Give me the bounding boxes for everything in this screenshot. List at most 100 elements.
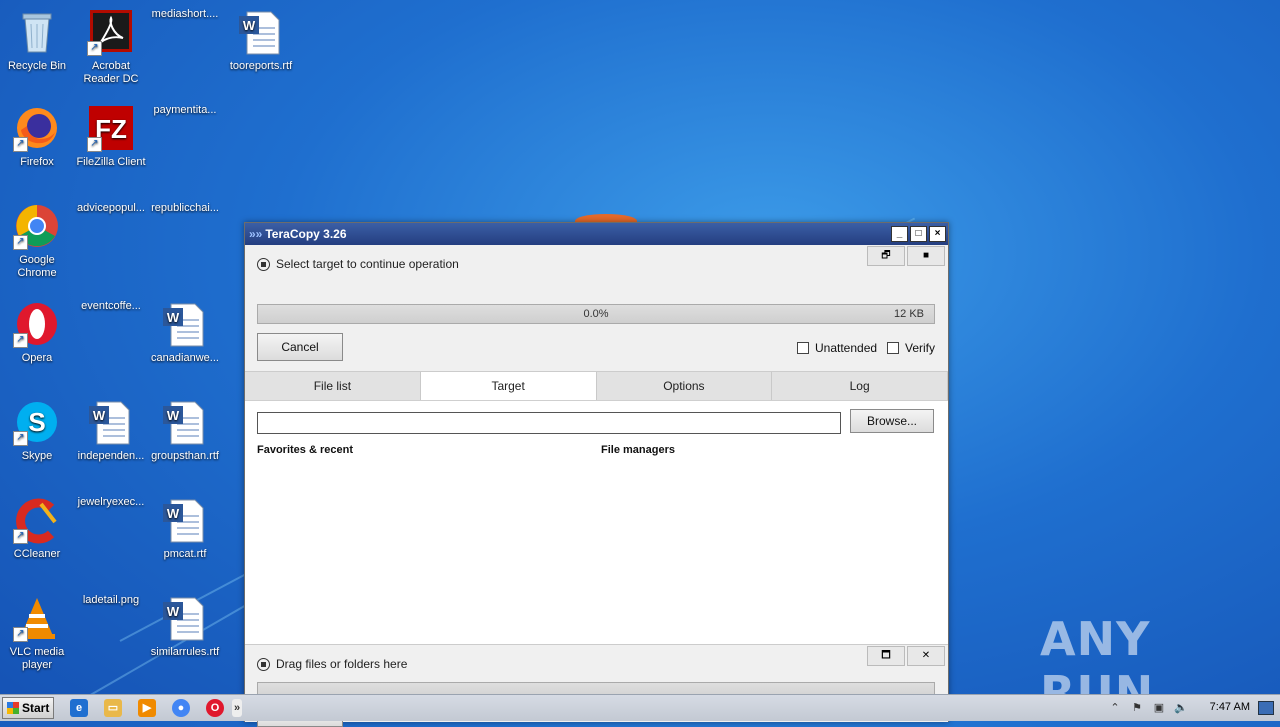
close-button[interactable]: × bbox=[929, 226, 946, 242]
tab-target[interactable]: Target bbox=[420, 372, 597, 400]
desktop-icon-paymentita[interactable]: paymentita... bbox=[148, 104, 222, 117]
desktop-icon-skype[interactable]: S ↗ Skype bbox=[0, 398, 74, 463]
desktop-icon-ccleaner[interactable]: ↗ CCleaner bbox=[0, 496, 74, 561]
media-player-icon[interactable]: ▶ bbox=[138, 699, 156, 717]
start-button[interactable]: Start bbox=[2, 697, 54, 719]
desktop-icon-groupsthan[interactable]: W groupsthan.rtf bbox=[148, 398, 222, 463]
desktop-icon-jewelryexec[interactable]: jewelryexec... bbox=[74, 496, 148, 509]
opera-taskbar-icon[interactable]: O bbox=[206, 699, 224, 717]
teracopy-taskbar-icon[interactable]: » bbox=[232, 699, 242, 717]
icon-label: eventcoffe... bbox=[81, 300, 141, 312]
tab-file-list[interactable]: File list bbox=[245, 372, 421, 400]
word-doc-icon: W bbox=[161, 496, 209, 544]
show-desktop-icon[interactable] bbox=[1258, 701, 1274, 715]
desktop-icon-mediashort[interactable]: mediashort.... bbox=[148, 8, 222, 21]
checkbox-icon bbox=[797, 342, 809, 354]
svg-text:W: W bbox=[243, 18, 256, 33]
status-icon bbox=[257, 657, 270, 671]
firefox-icon: ↗ bbox=[13, 104, 61, 152]
ie-icon[interactable]: e bbox=[70, 699, 88, 717]
progress-size: 12 KB bbox=[894, 308, 924, 320]
filezilla-icon: FZ ↗ bbox=[87, 104, 135, 152]
desktop-icon-google-chrome[interactable]: ↗ Google Chrome bbox=[0, 202, 74, 280]
status-text: Select target to continue operation bbox=[276, 257, 459, 271]
ccleaner-icon: ↗ bbox=[13, 496, 61, 544]
taskbar: Start e ▭ ▶ ● O » ⌃ ⚑ ▣ 🔈 7:47 AM bbox=[0, 694, 1280, 721]
word-doc-icon: W bbox=[237, 8, 285, 56]
desktop-icon-acrobat[interactable]: ↗ Acrobat Reader DC bbox=[74, 8, 148, 86]
word-doc-icon: W bbox=[161, 594, 209, 642]
desktop-icon-republicchai[interactable]: republicchai... bbox=[148, 202, 222, 215]
start-label: Start bbox=[22, 701, 50, 715]
icon-label: Firefox bbox=[20, 156, 54, 168]
word-doc-icon: W bbox=[87, 398, 135, 446]
icon-label: canadianwe... bbox=[151, 352, 219, 364]
tab-bar: File list Target Options Log bbox=[245, 372, 948, 401]
icon-label: CCleaner bbox=[13, 548, 61, 560]
file-managers-heading: File managers bbox=[601, 444, 675, 456]
icon-label: similarrules.rtf bbox=[150, 646, 220, 658]
icon-label: jewelryexec... bbox=[77, 496, 145, 508]
teracopy-window[interactable]: »» TeraCopy 3.26 _ □ × 🗗 ■ Select target … bbox=[244, 222, 949, 727]
restore-panel-button[interactable]: 🗖 bbox=[867, 646, 905, 666]
title-bar[interactable]: »» TeraCopy 3.26 _ □ × bbox=[245, 223, 948, 245]
desktop-icon-recycle-bin[interactable]: Recycle Bin bbox=[0, 8, 74, 73]
progress-bar: 0.0% 12 KB bbox=[257, 304, 935, 324]
icon-label: independen... bbox=[77, 450, 145, 462]
verify-checkbox[interactable]: Verify bbox=[887, 341, 935, 355]
desktop-icon-filezilla[interactable]: FZ ↗ FileZilla Client bbox=[74, 104, 148, 169]
drag-status-text: Drag files or folders here bbox=[276, 657, 408, 671]
icon-label: FileZilla Client bbox=[76, 156, 146, 168]
volume-icon[interactable]: 🔈 bbox=[1174, 701, 1188, 715]
tray-expand-icon[interactable]: ⌃ bbox=[1108, 701, 1122, 715]
desktop-icon-canadianwe[interactable]: W canadianwe... bbox=[148, 300, 222, 365]
explorer-icon[interactable]: ▭ bbox=[104, 699, 122, 717]
svg-text:W: W bbox=[167, 408, 180, 423]
desktop-icon-tooreports[interactable]: W tooreports.rtf bbox=[224, 8, 298, 73]
shortcut-arrow-icon: ↗ bbox=[13, 137, 28, 152]
svg-text:W: W bbox=[167, 310, 180, 325]
target-path-input[interactable] bbox=[257, 412, 841, 434]
desktop-icon-opera[interactable]: ↗ Opera bbox=[0, 300, 74, 365]
maximize-button[interactable]: □ bbox=[910, 226, 927, 242]
desktop-icon-firefox[interactable]: ↗ Firefox bbox=[0, 104, 74, 169]
progress-percent: 0.0% bbox=[583, 308, 609, 320]
desktop-icon-eventcoffe[interactable]: eventcoffe... bbox=[74, 300, 148, 313]
target-panel: Browse... Favorites & recent File manage… bbox=[245, 401, 948, 667]
cancel-button[interactable]: Cancel bbox=[257, 333, 343, 361]
recycle-bin-icon bbox=[13, 8, 61, 56]
browse-button[interactable]: Browse... bbox=[850, 409, 934, 433]
desktop-icon-vlc[interactable]: ↗ VLC media player bbox=[0, 594, 74, 672]
chrome-taskbar-icon[interactable]: ● bbox=[172, 699, 190, 717]
shortcut-arrow-icon: ↗ bbox=[13, 235, 28, 250]
icon-label: Opera bbox=[21, 352, 53, 364]
icon-label: advicepopul... bbox=[77, 202, 145, 214]
tab-options[interactable]: Options bbox=[597, 372, 773, 400]
tab-log[interactable]: Log bbox=[772, 372, 948, 400]
desktop-icon-ladetail[interactable]: ladetail.png bbox=[74, 594, 148, 607]
desktop-icon-pmcat[interactable]: W pmcat.rtf bbox=[148, 496, 222, 561]
unattended-checkbox[interactable]: Unattended bbox=[797, 341, 877, 355]
desktop-icon-advicepopul[interactable]: advicepopul... bbox=[74, 202, 148, 215]
minimize-button[interactable]: _ bbox=[891, 226, 908, 242]
desktop-icon-independen[interactable]: W independen... bbox=[74, 398, 148, 463]
checkbox-icon bbox=[887, 342, 899, 354]
network-icon[interactable]: ▣ bbox=[1152, 701, 1166, 715]
icon-label: paymentita... bbox=[153, 104, 217, 116]
shortcut-arrow-icon: ↗ bbox=[13, 333, 28, 348]
shortcut-arrow-icon: ↗ bbox=[13, 529, 28, 544]
operation-panel: 🗗 ■ Select target to continue operation … bbox=[245, 245, 948, 372]
icon-label: Acrobat Reader DC bbox=[83, 60, 139, 85]
svg-text:W: W bbox=[167, 506, 180, 521]
action-center-flag-icon[interactable]: ⚑ bbox=[1130, 701, 1144, 715]
clock[interactable]: 7:47 AM bbox=[1210, 701, 1250, 713]
verify-label: Verify bbox=[905, 341, 936, 355]
desktop-icon-similarrules[interactable]: W similarrules.rtf bbox=[148, 594, 222, 659]
icon-label: ladetail.png bbox=[82, 594, 140, 606]
shortcut-arrow-icon: ↗ bbox=[13, 431, 28, 446]
opera-icon: ↗ bbox=[13, 300, 61, 348]
svg-text:S: S bbox=[28, 407, 45, 437]
close-panel-button[interactable]: ✕ bbox=[907, 646, 945, 666]
restore-panel-button[interactable]: 🗗 bbox=[867, 246, 905, 266]
stop-button[interactable]: ■ bbox=[907, 246, 945, 266]
